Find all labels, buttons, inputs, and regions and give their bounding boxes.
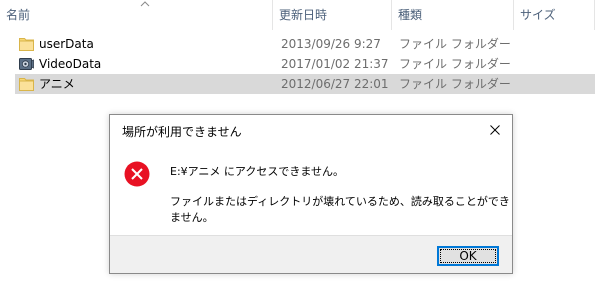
file-name: アニメ <box>39 77 75 91</box>
file-date: 2013/09/26 9:27 <box>281 37 381 51</box>
error-icon <box>124 161 150 187</box>
error-message-path: E:¥アニメ にアクセスできません。 <box>170 165 345 178</box>
file-date: 2017/01/02 21:37 <box>281 57 389 71</box>
dialog-titlebar[interactable]: 場所が利用できません <box>110 115 512 147</box>
file-name: VideoData <box>39 57 102 71</box>
close-icon <box>490 125 500 135</box>
column-header-name[interactable]: 名前 <box>0 0 272 30</box>
ok-button[interactable]: OK <box>437 246 499 266</box>
file-row[interactable]: VideoData 2017/01/02 21:37 ファイル フォルダー <box>15 54 595 74</box>
dialog-title: 場所が利用できません <box>122 125 242 139</box>
video-folder-icon <box>19 58 34 70</box>
file-name: userData <box>39 37 94 51</box>
folder-icon <box>19 78 34 91</box>
error-dialog: 場所が利用できません E:¥アニメ にアクセスできません。 ファイルまたはディレ… <box>109 114 513 274</box>
close-button[interactable] <box>478 115 512 147</box>
file-type: ファイル フォルダー <box>399 57 511 71</box>
folder-icon <box>19 38 34 51</box>
error-message-detail: ファイルまたはディレクトリが壊れているため、読み取ることができません。 <box>170 195 510 224</box>
file-type: ファイル フォルダー <box>399 37 511 51</box>
file-row[interactable]: userData 2013/09/26 9:27 ファイル フォルダー <box>15 34 595 54</box>
dialog-footer: OK <box>110 235 512 273</box>
file-date: 2012/06/27 22:01 <box>281 77 389 91</box>
column-header-date[interactable]: 更新日時 <box>273 0 391 30</box>
file-type: ファイル フォルダー <box>399 77 511 91</box>
column-header-size[interactable]: サイズ <box>514 0 594 30</box>
column-header-type[interactable]: 種類 <box>392 0 513 30</box>
file-row-selected[interactable]: アニメ 2012/06/27 22:01 ファイル フォルダー <box>15 74 595 94</box>
dialog-body: E:¥アニメ にアクセスできません。 ファイルまたはディレクトリが壊れているため… <box>110 147 512 235</box>
column-headers: 名前 更新日時 種類 サイズ <box>0 0 595 30</box>
